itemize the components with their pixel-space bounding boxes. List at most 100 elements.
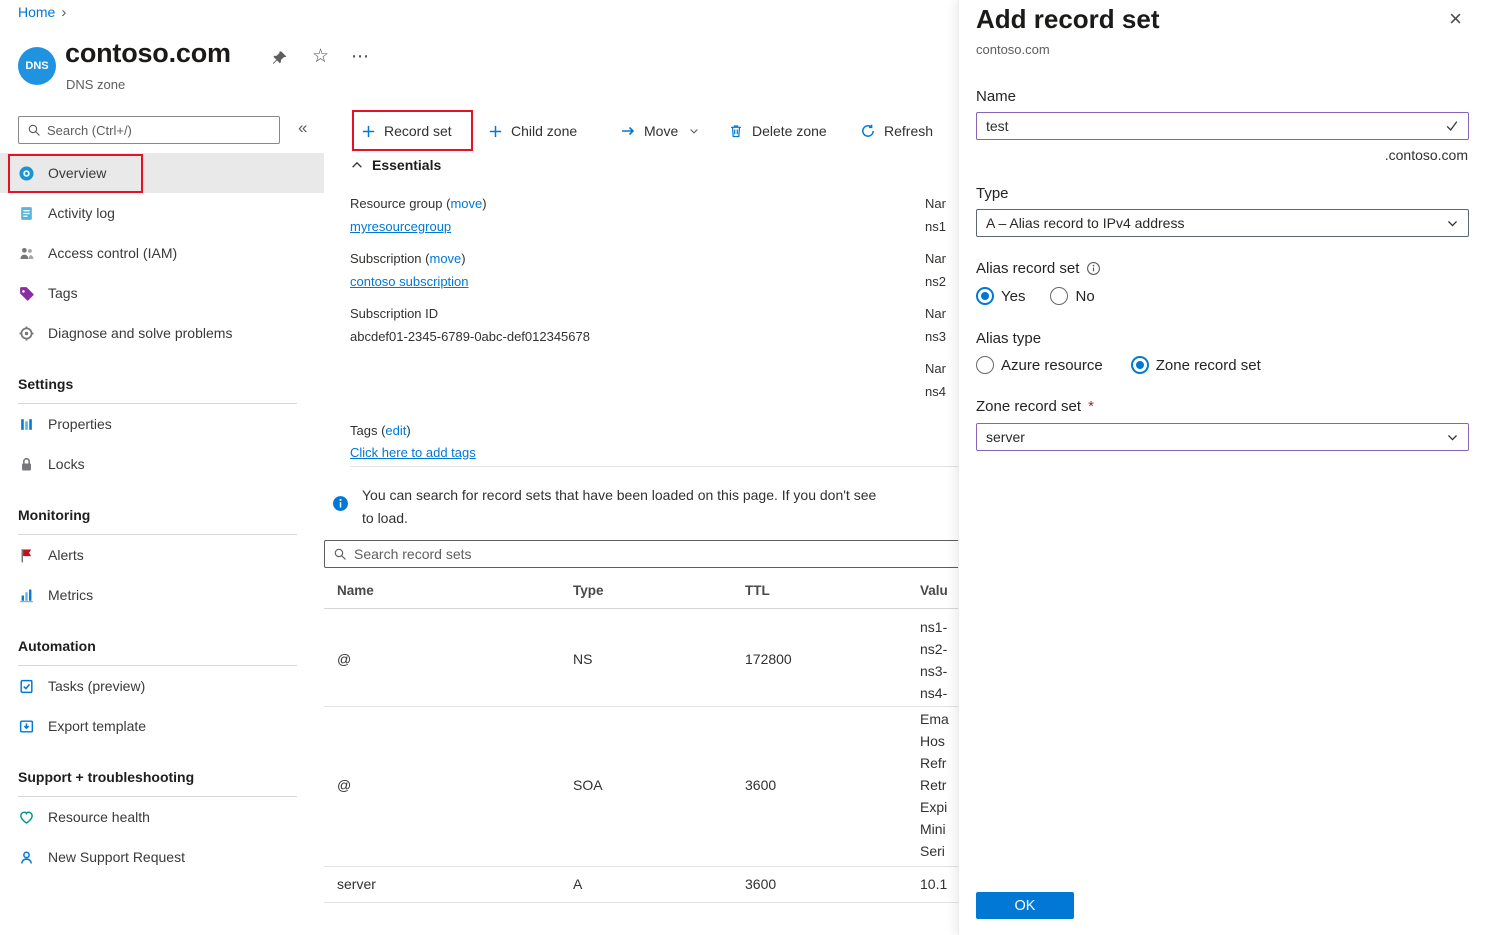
refresh-button[interactable]: Refresh [860,112,933,150]
zone-record-set-value: server [986,429,1446,445]
name-input[interactable] [986,118,1445,134]
dns-zone-avatar: DNS [18,47,56,85]
breadcrumb-chevron-icon: › [61,4,66,21]
essentials-toggle[interactable]: Essentials [350,157,441,173]
pin-icon[interactable] [272,50,288,69]
plus-icon [361,124,376,139]
column-header-type[interactable]: Type [573,583,604,598]
tags-edit-link[interactable]: edit [385,423,406,438]
cell-value-line: Seri [920,843,945,859]
required-asterisk: * [1088,398,1094,415]
chevron-down-icon [1446,217,1459,230]
alerts-icon [18,547,35,564]
page-title: contoso.com [65,38,231,69]
sidebar-nav: Overview Activity log Access control (IA… [0,153,324,877]
dns-badge-label: DNS [25,60,48,72]
cell-value-line: ns3- [920,663,947,679]
move-button-label: Move [644,123,678,139]
sidebar-item-diagnose[interactable]: Diagnose and solve problems [0,313,324,353]
sidebar-item-resource-health[interactable]: Resource health [0,797,324,837]
sidebar-item-label: Access control (IAM) [48,245,177,261]
cell-type: NS [573,651,592,667]
properties-icon [18,416,35,433]
move-button[interactable]: Move [620,112,700,150]
cell-ttl: 3600 [745,777,776,793]
name-server-4-label: Nar [925,361,946,376]
sidebar-item-locks[interactable]: Locks [0,444,324,484]
subscription-move-link[interactable]: move [429,251,461,266]
add-tags-link[interactable]: Click here to add tags [350,445,476,460]
resource-health-icon [18,809,35,826]
record-set-button[interactable]: Record set [361,112,452,150]
cell-value-line: ns4- [920,685,947,701]
breadcrumb: Home › [18,4,66,21]
cell-value-line: Refr [920,755,946,771]
sidebar-item-label: Alerts [48,547,84,563]
record-set-button-label: Record set [384,123,452,139]
export-template-icon [18,718,35,735]
sidebar-item-new-support-request[interactable]: New Support Request [0,837,324,877]
name-field [976,112,1469,140]
column-header-ttl[interactable]: TTL [745,583,770,598]
close-icon[interactable]: × [1449,8,1462,30]
favorite-star-icon[interactable]: ☆ [312,45,329,68]
search-icon [333,547,347,561]
sidebar-item-label: Locks [48,456,85,472]
radio-yes-label: Yes [1001,288,1025,305]
sidebar-item-label: Export template [48,718,146,734]
resource-group-value-link[interactable]: myresourcegroup [350,219,451,234]
name-server-3-value: ns3 [925,329,946,344]
tags-label: Tags (edit) [350,423,411,438]
radio-no[interactable] [1050,287,1068,305]
breadcrumb-home-link[interactable]: Home [18,4,55,20]
info-message-line2: to load. [362,510,408,526]
refresh-button-label: Refresh [884,123,933,139]
sidebar-item-tags[interactable]: Tags [0,273,324,313]
sidebar-item-access-control[interactable]: Access control (IAM) [0,233,324,273]
azure-portal-dns-zone-page: Home› DNS contoso.com ☆ ⋯ DNS zone « Ove… [0,0,1486,935]
type-dropdown[interactable]: A – Alias record to IPv4 address [976,209,1469,237]
sidebar-search [18,116,280,144]
activity-log-icon [18,205,35,222]
subscription-value-link[interactable]: contoso subscription [350,274,469,289]
subscription-id-label: Subscription ID [350,306,438,321]
type-label: Type [976,185,1009,202]
info-icon[interactable] [1086,261,1101,276]
ok-button[interactable]: OK [976,892,1074,919]
radio-yes[interactable] [976,287,994,305]
trash-icon [728,123,744,139]
more-options-icon[interactable]: ⋯ [351,46,370,67]
column-header-value[interactable]: Valu [920,583,948,598]
radio-azure-resource[interactable] [976,356,994,374]
chevron-down-icon [1446,431,1459,444]
sidebar-item-metrics[interactable]: Metrics [0,575,324,615]
type-dropdown-value: A – Alias record to IPv4 address [986,215,1446,231]
sidebar-item-label: Tasks (preview) [48,678,145,694]
sidebar-item-properties[interactable]: Properties [0,404,324,444]
sidebar-item-alerts[interactable]: Alerts [0,535,324,575]
sidebar-item-tasks[interactable]: Tasks (preview) [0,666,324,706]
sidebar-item-overview[interactable]: Overview [0,153,324,193]
resource-group-move-link[interactable]: move [450,196,482,211]
zone-record-set-dropdown[interactable]: server [976,423,1469,451]
sidebar-search-input[interactable] [47,123,271,138]
cell-name: @ [337,651,351,667]
sidebar-section-settings: Settings [0,365,324,403]
panel-subtitle: contoso.com [976,42,1050,57]
delete-zone-button[interactable]: Delete zone [728,112,827,150]
sidebar-collapse-icon[interactable]: « [298,118,307,138]
cell-ttl: 172800 [745,651,792,667]
sidebar-item-activity-log[interactable]: Activity log [0,193,324,233]
cell-value-line: ns1- [920,619,947,635]
column-header-name[interactable]: Name [337,583,374,598]
cell-type: A [573,876,582,892]
search-icon [27,123,41,137]
sidebar-item-label: Tags [48,285,78,301]
radio-zone-record-set[interactable] [1131,356,1149,374]
tasks-icon [18,678,35,695]
add-record-set-panel: Add record set × contoso.com Name .conto… [958,0,1486,935]
cell-name: @ [337,777,351,793]
locks-icon [18,456,35,473]
sidebar-item-export-template[interactable]: Export template [0,706,324,746]
child-zone-button[interactable]: Child zone [488,112,577,150]
